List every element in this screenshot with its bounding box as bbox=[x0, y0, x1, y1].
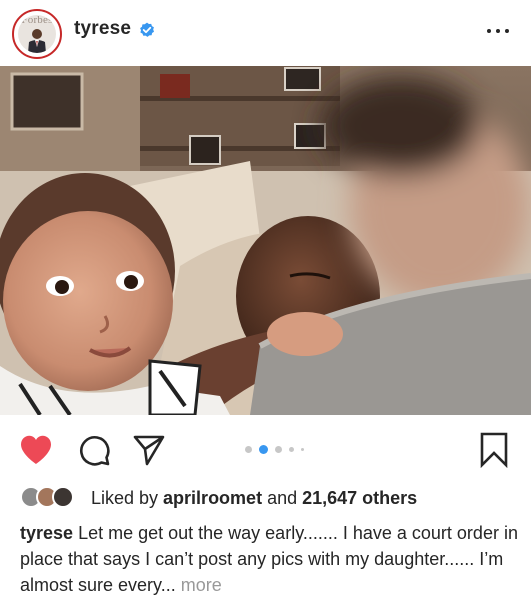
ellipsis-icon-dot bbox=[487, 29, 491, 33]
avatar-logo-text: Forbes bbox=[21, 15, 53, 26]
ellipsis-icon-dot bbox=[505, 29, 509, 33]
carousel-dot bbox=[289, 447, 294, 452]
liker-avatar bbox=[52, 486, 74, 508]
likes-others-count[interactable]: 21,647 others bbox=[302, 488, 417, 508]
carousel-dot-active bbox=[259, 445, 268, 454]
likes-text: Liked by aprilroomet and 21,647 others bbox=[91, 488, 417, 509]
photo-illustration bbox=[0, 66, 531, 415]
post-photo[interactable] bbox=[0, 66, 531, 415]
carousel-dot bbox=[275, 446, 282, 453]
ellipsis-icon-dot bbox=[496, 29, 500, 33]
comment-bubble-icon[interactable] bbox=[78, 434, 110, 466]
more-options-button[interactable] bbox=[487, 28, 509, 36]
caption-text: Let me get out the way early....... I ha… bbox=[20, 523, 518, 595]
heart-filled-icon[interactable] bbox=[19, 434, 53, 466]
post-username[interactable]: tyrese bbox=[74, 18, 131, 40]
liked-by-username[interactable]: aprilroomet bbox=[163, 488, 262, 508]
likes-row[interactable]: Liked by aprilroomet and 21,647 others bbox=[0, 484, 531, 514]
verified-badge-icon bbox=[140, 22, 154, 37]
avatar-image: Forbes bbox=[18, 15, 56, 53]
caption-more-link[interactable]: more bbox=[181, 575, 222, 595]
post-header: Forbes tyrese bbox=[0, 0, 531, 66]
paper-plane-icon[interactable] bbox=[133, 434, 165, 466]
carousel-dot bbox=[245, 446, 252, 453]
avatar-figure bbox=[28, 29, 46, 53]
bookmark-icon[interactable] bbox=[480, 432, 508, 468]
likes-prefix: Liked by bbox=[91, 488, 164, 508]
likes-connector: and bbox=[262, 488, 303, 508]
carousel-dot bbox=[301, 448, 304, 451]
profile-avatar[interactable]: Forbes bbox=[12, 9, 62, 59]
caption-username[interactable]: tyrese bbox=[20, 523, 73, 543]
action-bar bbox=[0, 415, 531, 485]
post-caption: tyrese Let me get out the way early.....… bbox=[20, 520, 520, 598]
